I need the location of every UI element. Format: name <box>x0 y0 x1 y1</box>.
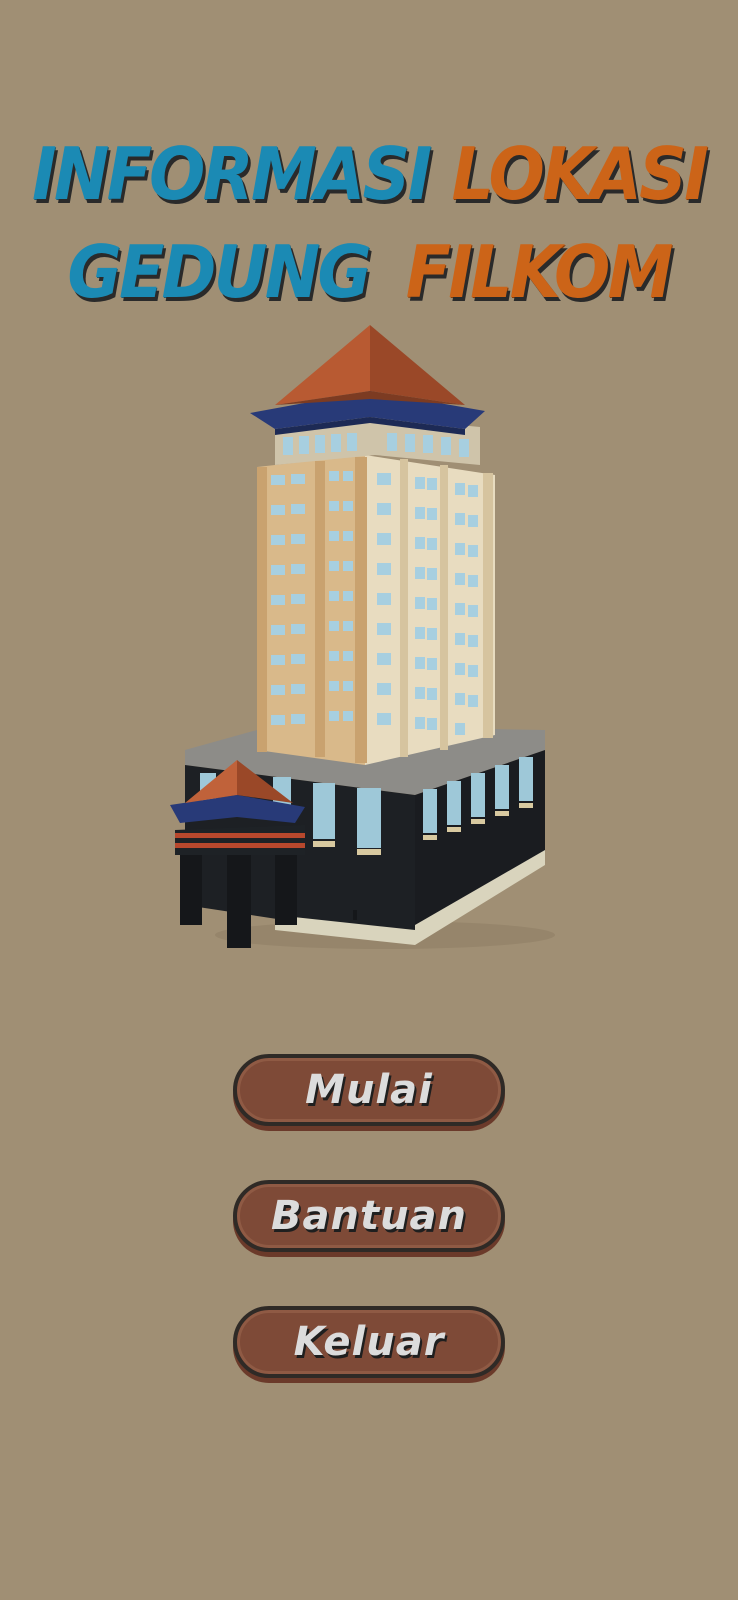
start-button-label: Mulai <box>305 1067 433 1113</box>
exit-button-label: Keluar <box>293 1319 445 1365</box>
help-button[interactable]: Bantuan <box>233 1180 505 1252</box>
app-title-line-1: INFORMASI LOKASI <box>30 138 709 210</box>
title-word-lokasi: LOKASI <box>451 132 708 216</box>
title-word-gedung: GEDUNG <box>67 230 371 314</box>
app-title-line-2: GEDUNG FILKOM <box>30 236 709 308</box>
main-menu-screen: INFORMASI LOKASI GEDUNG FILKOM Mulai Ban… <box>0 0 738 1600</box>
building-illustration-icon <box>170 325 555 949</box>
exit-button[interactable]: Keluar <box>233 1306 505 1378</box>
start-button[interactable]: Mulai <box>233 1054 505 1126</box>
title-word-informasi: INFORMASI <box>32 132 432 216</box>
title-word-filkom: FILKOM <box>405 230 674 314</box>
help-button-label: Bantuan <box>270 1193 468 1239</box>
